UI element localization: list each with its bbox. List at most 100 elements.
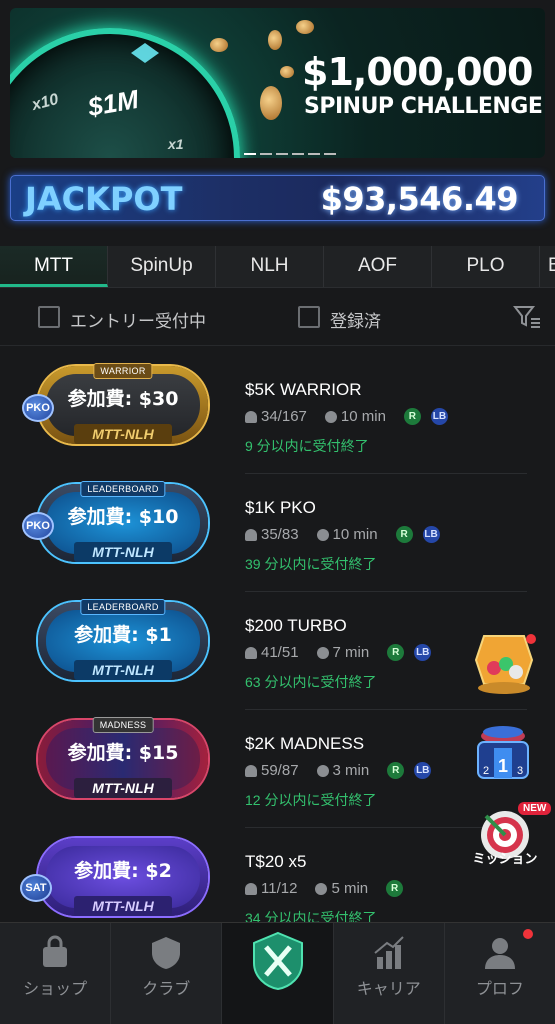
nav-career[interactable]: キャリア — [334, 923, 445, 1024]
tournament-title: $2K MADNESS — [245, 734, 365, 753]
svg-text:2: 2 — [483, 765, 489, 777]
registered-checkbox[interactable] — [298, 306, 320, 328]
nav-club-label: クラブ — [142, 981, 191, 998]
tournament-meta: 35/83 10 min R LB — [245, 526, 450, 543]
badge-tag: LEADERBOARD — [80, 481, 166, 497]
tab-mtt[interactable]: MTT — [0, 246, 108, 287]
entry-fee: 参加費: $1 — [74, 624, 172, 646]
registration-closing: 63 分以内に受付終了 — [245, 674, 377, 690]
player-count: 34/167 — [261, 408, 307, 425]
badge-tag: MADNESS — [92, 717, 154, 733]
bottom-nav: ショップ クラブ キャリア プロフ — [0, 922, 555, 1024]
banner-amount: $1,000,000 — [302, 50, 533, 94]
entry-fee: 参加費: $2 — [74, 860, 172, 882]
banner-subtitle: SPINUP CHALLENGE — [304, 94, 543, 119]
nav-shop-label: ショップ — [23, 981, 88, 998]
person-icon — [245, 882, 257, 895]
person-icon — [245, 528, 257, 541]
ranking-icon: 1 2 3 — [477, 726, 529, 779]
sat-badge: SAT — [20, 874, 52, 902]
jackpot-amount: $93,546.49 — [320, 180, 519, 218]
profile-icon — [484, 938, 515, 969]
badge-tag: WARRIOR — [93, 363, 153, 379]
tab-plo[interactable]: PLO — [432, 246, 540, 287]
leaderboard-button[interactable]: 1 2 3 — [472, 722, 534, 788]
promo-banner[interactable]: x10 $1M x1 $1,000,000 SPINUP CHALLENGE — [10, 8, 545, 158]
leaderboard-badge: LB — [422, 526, 440, 543]
logo-icon — [252, 931, 303, 991]
coin-icon — [210, 38, 228, 52]
new-badge: NEW — [518, 802, 552, 815]
nav-profile-label: プロフ — [475, 981, 524, 998]
tournament-title: T$20 x5 — [245, 852, 307, 871]
blind-time: 7 min — [332, 644, 370, 661]
blind-time: 3 min — [332, 762, 370, 779]
carousel-indicator[interactable] — [244, 153, 336, 155]
tournament-title: $1K PKO — [245, 498, 316, 517]
entry-fee: 参加費: $15 — [67, 742, 179, 764]
wheel-x1-label: x1 — [168, 136, 184, 152]
coin-icon — [280, 66, 294, 78]
mission-label: ミッション — [472, 851, 538, 866]
entry-fee-badge: MADNESS 参加費: $15 MTT-NLH — [38, 717, 208, 798]
registration-closing: 12 分以内に受付終了 — [245, 792, 377, 808]
svg-text:3: 3 — [517, 765, 523, 777]
nav-career-label: キャリア — [356, 981, 421, 998]
coin-icon — [296, 20, 314, 34]
player-count: 35/83 — [261, 526, 299, 543]
jackpot-label: JACKPOT — [25, 180, 183, 218]
tournament-title: $5K WARRIOR — [245, 380, 362, 399]
filter-bar: エントリー受付中 登録済 — [0, 290, 555, 346]
person-icon — [245, 410, 257, 423]
entry-fee-badge: LEADERBOARD 参加費: $10 MTT-NLH — [38, 481, 208, 562]
tournament-row[interactable]: WARRIOR 参加費: $30 MTT-NLH PKO $5K WARRIOR… — [0, 356, 555, 474]
tab-more[interactable]: B — [540, 246, 555, 287]
tab-aof[interactable]: AOF — [324, 246, 432, 287]
tab-spinup[interactable]: SpinUp — [108, 246, 216, 287]
blind-time: 10 min — [340, 408, 386, 425]
registered-label: 登録済 — [330, 312, 381, 331]
pko-badge: PKO — [22, 512, 54, 540]
tournament-row[interactable]: LEADERBOARD 参加費: $10 MTT-NLH PKO $1K PKO… — [0, 474, 555, 592]
shopping-bag-icon — [43, 935, 68, 967]
accepting-checkbox[interactable] — [38, 306, 60, 328]
bonus-chest-button[interactable] — [472, 632, 536, 696]
registration-closing: 9 分以内に受付終了 — [245, 438, 369, 454]
game-type: MTT-NLH — [74, 542, 172, 562]
entry-fee: 参加費: $30 — [67, 388, 179, 410]
registration-closing: 39 分以内に受付終了 — [245, 556, 377, 572]
tournament-meta: 59/87 3 min R LB — [245, 762, 441, 779]
tab-nlh[interactable]: NLH — [216, 246, 324, 287]
game-type: MTT-NLH — [74, 896, 172, 916]
blind-time: 5 min — [331, 880, 369, 897]
jackpot-bar[interactable]: JACKPOT $93,546.49 — [10, 175, 545, 221]
nav-home[interactable] — [222, 923, 334, 1024]
nav-profile[interactable]: プロフ — [445, 923, 555, 1024]
person-icon — [245, 646, 257, 659]
chart-icon — [374, 936, 404, 969]
clock-icon — [316, 646, 329, 659]
nav-club[interactable]: クラブ — [111, 923, 223, 1024]
diamond-icon — [131, 43, 159, 63]
person-icon — [245, 764, 257, 777]
player-count: 41/51 — [261, 644, 299, 661]
nav-shop[interactable]: ショップ — [0, 923, 112, 1024]
notification-dot — [522, 929, 533, 939]
game-type-tabs: MTT SpinUp NLH AOF PLO B — [0, 246, 555, 288]
game-type: MTT-NLH — [74, 778, 172, 798]
blind-time: 10 min — [332, 526, 378, 543]
rebuy-badge: R — [386, 880, 404, 897]
entry-fee-badge: LEADERBOARD 参加費: $1 MTT-NLH — [38, 599, 208, 680]
shield-icon — [152, 937, 181, 969]
clock-icon — [315, 882, 328, 895]
mission-button[interactable]: NEW ミッション — [466, 802, 552, 876]
leaderboard-badge: LB — [414, 762, 432, 779]
tournament-meta: 34/167 10 min R LB — [245, 408, 458, 425]
pko-badge: PKO — [22, 394, 54, 422]
clock-icon — [316, 528, 329, 541]
clock-icon — [324, 410, 337, 423]
filter-icon[interactable] — [513, 304, 541, 330]
game-type: MTT-NLH — [74, 660, 172, 680]
leaderboard-badge: LB — [430, 408, 448, 425]
entry-fee-badge: 参加費: $2 MTT-NLH — [38, 838, 208, 916]
